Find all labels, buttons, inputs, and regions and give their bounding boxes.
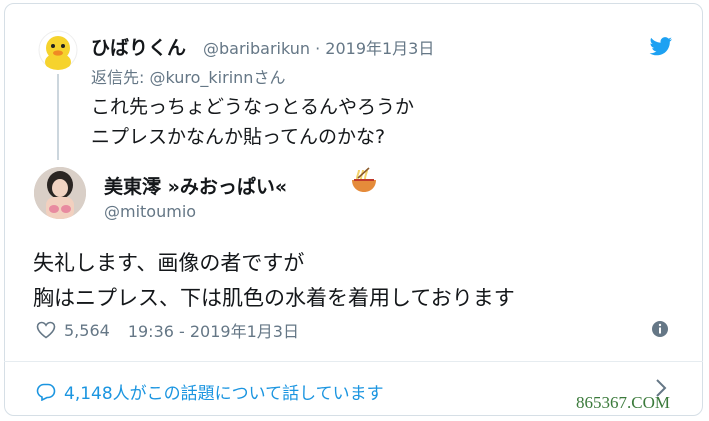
reply-to-line: 返信先: @kuro_kirinnさん xyxy=(91,64,285,88)
conversation-text: 4,148人がこの話題について話しています xyxy=(64,384,384,404)
reply-suffix: さん xyxy=(253,68,286,87)
parent-handle-date[interactable]: @baribarikun · 2019年1月3日 xyxy=(203,35,434,59)
main-handle[interactable]: @mitoumio xyxy=(104,202,196,221)
main-text-line-1: 失礼します、画像の者ですが xyxy=(33,251,305,275)
reply-prefix: 返信先: xyxy=(91,68,150,87)
divider xyxy=(4,361,703,362)
main-avatar[interactable] xyxy=(34,167,86,219)
tweet-timestamp[interactable]: 19:36 - 2019年1月3日 xyxy=(128,318,299,342)
parent-display-name[interactable]: ひばりくん xyxy=(91,33,186,60)
reply-to-link[interactable]: @kuro_kirinn xyxy=(149,68,253,87)
info-icon[interactable] xyxy=(651,320,669,342)
thread-connector xyxy=(57,74,59,160)
parent-text-line-2: ニプレスかなんか貼ってんのかな? xyxy=(91,126,386,148)
parent-avatar[interactable] xyxy=(38,30,78,70)
main-text-line-2: 胸はニプレス、下は肌色の水着を着用しております xyxy=(33,286,515,310)
speech-bubble-icon xyxy=(36,383,56,401)
watermark: 865367.COM xyxy=(576,393,670,412)
conversation-link[interactable]: 4,148人がこの話題について話しています xyxy=(36,379,384,404)
heart-icon[interactable] xyxy=(36,321,56,339)
main-display-name[interactable]: 美東澪 »みおっぱい« xyxy=(104,172,287,199)
parent-text-line-1: これ先っちょどうなっとるんやろうか xyxy=(91,96,415,118)
twitter-bird-icon[interactable] xyxy=(649,37,673,61)
tweet-meta: 5,564 19:36 - 2019年1月3日 xyxy=(36,318,299,342)
ramen-icon xyxy=(349,166,379,200)
like-count[interactable]: 5,564 xyxy=(64,321,110,340)
